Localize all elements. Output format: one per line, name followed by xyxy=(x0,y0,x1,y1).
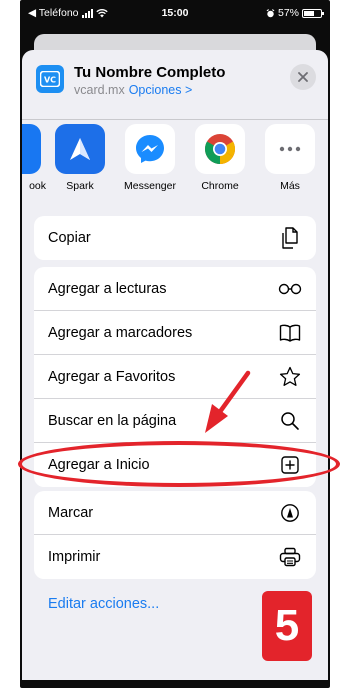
action-label: Agregar a lecturas xyxy=(48,280,167,297)
battery-icon xyxy=(302,8,324,18)
book-icon xyxy=(278,321,302,345)
share-domain: vcard.mx xyxy=(74,83,125,97)
app-label: Más xyxy=(280,180,300,192)
action-favorites[interactable]: Agregar a Favoritos xyxy=(34,355,316,399)
search-icon xyxy=(278,409,302,433)
alarm-icon xyxy=(266,8,275,17)
share-header: VC Tu Nombre Completo vcard.mx Opciones > xyxy=(22,50,328,110)
header-divider xyxy=(22,119,328,120)
action-label: Agregar a marcadores xyxy=(48,324,193,341)
battery-percent: 57% xyxy=(277,7,299,19)
status-bar: ◀ Teléfono 15:00 57% xyxy=(22,0,328,28)
app-chrome[interactable]: Chrome xyxy=(188,124,252,192)
app-spark[interactable]: Spark xyxy=(48,124,112,192)
vcard-app-icon: VC xyxy=(36,65,64,93)
copy-group: Copiar xyxy=(34,216,316,260)
glasses-icon xyxy=(278,277,302,301)
printer-icon xyxy=(278,545,302,569)
action-markup[interactable]: Marcar xyxy=(34,491,316,535)
edit-actions-link[interactable]: Editar acciones... xyxy=(48,596,159,612)
app-facebook[interactable]: ook xyxy=(22,124,48,192)
share-sheet: VC Tu Nombre Completo vcard.mx Opciones >… xyxy=(22,50,328,680)
app-more[interactable]: Más xyxy=(258,124,322,192)
action-label: Marcar xyxy=(48,504,94,521)
action-bookmarks[interactable]: Agregar a marcadores xyxy=(34,311,316,355)
spark-icon xyxy=(55,124,105,174)
status-right: 57% xyxy=(266,7,324,19)
more-icon xyxy=(265,124,315,174)
app-label: Messenger xyxy=(124,180,176,192)
close-icon xyxy=(298,72,308,82)
app-icon-text: VC xyxy=(44,76,56,85)
star-icon xyxy=(278,365,302,389)
app-label: ook xyxy=(29,180,46,192)
action-find-in-page[interactable]: Buscar en la página xyxy=(34,399,316,443)
share-subtitle: vcard.mx Opciones > xyxy=(74,83,192,97)
app-label: Spark xyxy=(66,180,94,192)
share-title: Tu Nombre Completo xyxy=(74,64,226,81)
messenger-icon xyxy=(125,124,175,174)
close-button[interactable] xyxy=(290,64,316,90)
action-label: Imprimir xyxy=(48,549,101,565)
more-actions-group: Marcar Imprimir xyxy=(34,491,316,579)
copy-icon xyxy=(278,226,302,250)
chrome-icon xyxy=(195,124,245,174)
action-reading-list[interactable]: Agregar a lecturas xyxy=(34,267,316,311)
apps-row: ook Spark Messenger Chrome Más xyxy=(22,124,328,204)
action-copy[interactable]: Copiar xyxy=(34,216,316,260)
step-number-badge: 5 xyxy=(262,591,312,661)
action-label: Buscar en la página xyxy=(48,412,177,429)
facebook-icon xyxy=(22,124,41,174)
options-link[interactable]: Opciones > xyxy=(129,83,193,97)
action-print[interactable]: Imprimir xyxy=(34,535,316,579)
action-label: Copiar xyxy=(48,230,91,246)
annotation-highlight-oval xyxy=(18,441,340,487)
action-label: Agregar a Favoritos xyxy=(48,368,176,385)
app-label: Chrome xyxy=(201,180,239,192)
markup-icon xyxy=(278,501,302,525)
app-messenger[interactable]: Messenger xyxy=(118,124,182,192)
